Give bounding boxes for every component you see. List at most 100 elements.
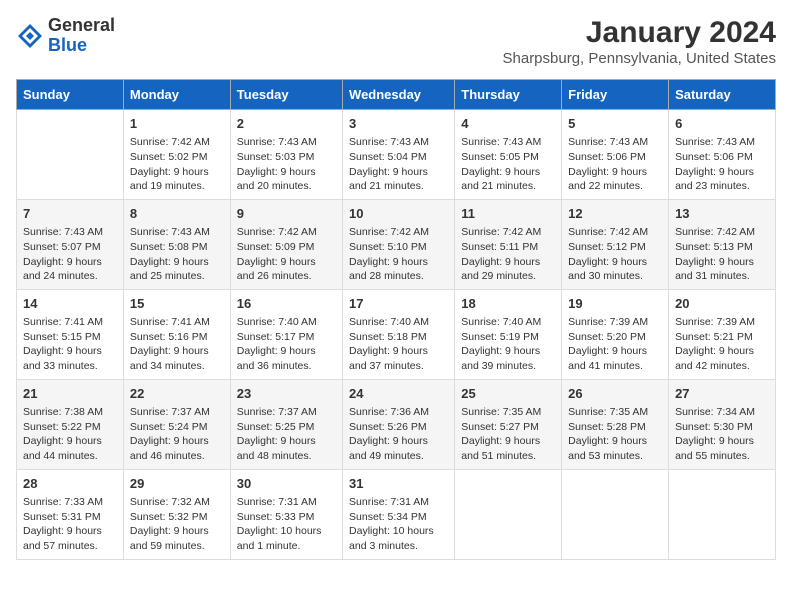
calendar-cell: 15 Sunrise: 7:41 AM Sunset: 5:16 PM Dayli… [123, 289, 230, 379]
weekday-row: SundayMondayTuesdayWednesdayThursdayFrid… [17, 80, 776, 110]
day-number: 7 [23, 205, 117, 223]
day-info: Sunrise: 7:35 AM Sunset: 5:28 PM Dayligh… [568, 405, 662, 464]
calendar-cell: 29Sunrise: 7:32 AM Sunset: 5:32 PM Dayli… [123, 469, 230, 559]
day-number: 10 [349, 205, 448, 223]
day-number: 13 [675, 205, 769, 223]
day-info: Sunrise: 7:33 AM Sunset: 5:31 PM Dayligh… [23, 495, 117, 554]
calendar-cell: 7 Sunrise: 7:43 AM Sunset: 5:07 PM Daylig… [17, 199, 124, 289]
calendar-header: SundayMondayTuesdayWednesdayThursdayFrid… [17, 80, 776, 110]
calendar-cell: 3Sunrise: 7:43 AM Sunset: 5:04 PM Daylig… [343, 110, 455, 200]
calendar-week-row: 7 Sunrise: 7:43 AM Sunset: 5:07 PM Daylig… [17, 199, 776, 289]
weekday-header: Sunday [17, 80, 124, 110]
calendar-week-row: 14 Sunrise: 7:41 AM Sunset: 5:15 PM Dayli… [17, 289, 776, 379]
day-info: Sunrise: 7:39 AM Sunset: 5:20 PM Dayligh… [568, 315, 662, 374]
logo-general: General [48, 16, 115, 36]
day-info: Sunrise: 7:38 AM Sunset: 5:22 PM Dayligh… [23, 405, 117, 464]
day-info: Sunrise: 7:31 AM Sunset: 5:33 PM Dayligh… [237, 495, 336, 554]
calendar-body: 1 Sunrise: 7:42 AM Sunset: 5:02 PM Daylig… [17, 110, 776, 560]
day-number: 1 [130, 115, 224, 133]
calendar-cell: 18 Sunrise: 7:40 AM Sunset: 5:19 PM Dayli… [455, 289, 562, 379]
day-info: Sunrise: 7:40 AM Sunset: 5:19 PM Dayligh… [461, 315, 555, 374]
day-number: 2 [237, 115, 336, 133]
calendar-cell: 10 Sunrise: 7:42 AM Sunset: 5:10 PM Dayli… [343, 199, 455, 289]
day-info: Sunrise: 7:43 AM Sunset: 5:08 PM Dayligh… [130, 225, 224, 284]
day-number: 11 [461, 205, 555, 223]
calendar-cell [669, 469, 776, 559]
day-number: 27 [675, 385, 769, 403]
day-info: Sunrise: 7:41 AM Sunset: 5:16 PM Dayligh… [130, 315, 224, 374]
calendar-cell: 1 Sunrise: 7:42 AM Sunset: 5:02 PM Daylig… [123, 110, 230, 200]
day-number: 30 [237, 475, 336, 493]
calendar-cell: 28 Sunrise: 7:33 AM Sunset: 5:31 PM Dayli… [17, 469, 124, 559]
calendar-cell: 19 Sunrise: 7:39 AM Sunset: 5:20 PM Dayli… [562, 289, 669, 379]
day-number: 31 [349, 475, 448, 493]
calendar-cell: 22 Sunrise: 7:37 AM Sunset: 5:24 PM Dayli… [123, 379, 230, 469]
day-number: 5 [568, 115, 662, 133]
day-info: Sunrise: 7:42 AM Sunset: 5:13 PM Dayligh… [675, 225, 769, 284]
calendar-cell: 16Sunrise: 7:40 AM Sunset: 5:17 PM Dayli… [230, 289, 342, 379]
day-info: Sunrise: 7:37 AM Sunset: 5:25 PM Dayligh… [237, 405, 336, 464]
logo: General Blue [16, 16, 115, 56]
day-number: 15 [130, 295, 224, 313]
calendar-cell: 23 Sunrise: 7:37 AM Sunset: 5:25 PM Dayli… [230, 379, 342, 469]
calendar-table: SundayMondayTuesdayWednesdayThursdayFrid… [16, 79, 776, 560]
page-header: General Blue January 2024 Sharpsburg, Pe… [16, 16, 776, 67]
calendar-cell: 13 Sunrise: 7:42 AM Sunset: 5:13 PM Dayli… [669, 199, 776, 289]
day-info: Sunrise: 7:43 AM Sunset: 5:04 PM Dayligh… [349, 135, 448, 194]
weekday-header: Monday [123, 80, 230, 110]
day-number: 24 [349, 385, 448, 403]
day-info: Sunrise: 7:43 AM Sunset: 5:06 PM Dayligh… [675, 135, 769, 194]
day-info: Sunrise: 7:42 AM Sunset: 5:02 PM Dayligh… [130, 135, 224, 194]
calendar-week-row: 28 Sunrise: 7:33 AM Sunset: 5:31 PM Dayli… [17, 469, 776, 559]
calendar-cell: 6 Sunrise: 7:43 AM Sunset: 5:06 PM Daylig… [669, 110, 776, 200]
day-number: 19 [568, 295, 662, 313]
day-number: 23 [237, 385, 336, 403]
day-number: 28 [23, 475, 117, 493]
logo-blue: Blue [48, 36, 115, 56]
calendar-cell: 2 Sunrise: 7:43 AM Sunset: 5:03 PM Daylig… [230, 110, 342, 200]
logo-icon [16, 22, 44, 50]
title-block: January 2024 Sharpsburg, Pennsylvania, U… [503, 16, 777, 67]
calendar-week-row: 21 Sunrise: 7:38 AM Sunset: 5:22 PM Dayli… [17, 379, 776, 469]
day-info: Sunrise: 7:43 AM Sunset: 5:03 PM Dayligh… [237, 135, 336, 194]
day-info: Sunrise: 7:42 AM Sunset: 5:10 PM Dayligh… [349, 225, 448, 284]
day-info: Sunrise: 7:34 AM Sunset: 5:30 PM Dayligh… [675, 405, 769, 464]
day-info: Sunrise: 7:42 AM Sunset: 5:11 PM Dayligh… [461, 225, 555, 284]
calendar-cell: 8 Sunrise: 7:43 AM Sunset: 5:08 PM Daylig… [123, 199, 230, 289]
day-number: 12 [568, 205, 662, 223]
day-info: Sunrise: 7:41 AM Sunset: 5:15 PM Dayligh… [23, 315, 117, 374]
day-number: 4 [461, 115, 555, 133]
day-info: Sunrise: 7:40 AM Sunset: 5:18 PM Dayligh… [349, 315, 448, 374]
day-number: 6 [675, 115, 769, 133]
calendar-cell: 30 Sunrise: 7:31 AM Sunset: 5:33 PM Dayli… [230, 469, 342, 559]
calendar-week-row: 1 Sunrise: 7:42 AM Sunset: 5:02 PM Daylig… [17, 110, 776, 200]
day-number: 22 [130, 385, 224, 403]
calendar-cell: 26Sunrise: 7:35 AM Sunset: 5:28 PM Dayli… [562, 379, 669, 469]
day-number: 16 [237, 295, 336, 313]
weekday-header: Wednesday [343, 80, 455, 110]
day-info: Sunrise: 7:37 AM Sunset: 5:24 PM Dayligh… [130, 405, 224, 464]
calendar-cell: 17 Sunrise: 7:40 AM Sunset: 5:18 PM Dayli… [343, 289, 455, 379]
day-info: Sunrise: 7:36 AM Sunset: 5:26 PM Dayligh… [349, 405, 448, 464]
day-number: 18 [461, 295, 555, 313]
calendar-cell: 27 Sunrise: 7:34 AM Sunset: 5:30 PM Dayli… [669, 379, 776, 469]
calendar-cell: 21 Sunrise: 7:38 AM Sunset: 5:22 PM Dayli… [17, 379, 124, 469]
day-number: 14 [23, 295, 117, 313]
calendar-cell [455, 469, 562, 559]
day-number: 21 [23, 385, 117, 403]
day-number: 25 [461, 385, 555, 403]
calendar-cell [17, 110, 124, 200]
day-number: 8 [130, 205, 224, 223]
logo-text: General Blue [48, 16, 115, 56]
day-info: Sunrise: 7:43 AM Sunset: 5:06 PM Dayligh… [568, 135, 662, 194]
calendar-cell: 24 Sunrise: 7:36 AM Sunset: 5:26 PM Dayli… [343, 379, 455, 469]
day-number: 17 [349, 295, 448, 313]
calendar-cell: 11 Sunrise: 7:42 AM Sunset: 5:11 PM Dayli… [455, 199, 562, 289]
day-info: Sunrise: 7:43 AM Sunset: 5:07 PM Dayligh… [23, 225, 117, 284]
calendar-cell: 4 Sunrise: 7:43 AM Sunset: 5:05 PM Daylig… [455, 110, 562, 200]
day-info: Sunrise: 7:42 AM Sunset: 5:12 PM Dayligh… [568, 225, 662, 284]
day-info: Sunrise: 7:43 AM Sunset: 5:05 PM Dayligh… [461, 135, 555, 194]
day-info: Sunrise: 7:35 AM Sunset: 5:27 PM Dayligh… [461, 405, 555, 464]
day-info: Sunrise: 7:39 AM Sunset: 5:21 PM Dayligh… [675, 315, 769, 374]
calendar-cell: 14 Sunrise: 7:41 AM Sunset: 5:15 PM Dayli… [17, 289, 124, 379]
